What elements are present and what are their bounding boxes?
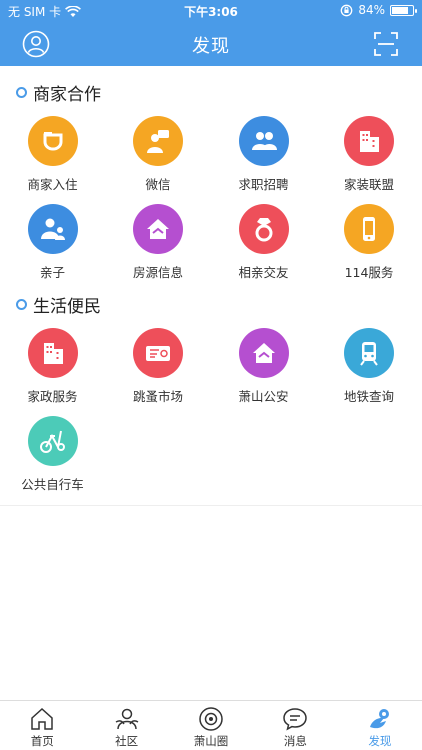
orientation-lock-icon [340, 4, 353, 16]
circle-eye-icon [169, 706, 253, 732]
grid-item-label: 求职招聘 [238, 177, 289, 192]
grid-item[interactable]: 相亲交友 [211, 204, 316, 281]
grid-item-label: 公共自行车 [21, 477, 84, 492]
grid-item[interactable]: 家装联盟 [317, 116, 422, 193]
bike-icon [27, 416, 78, 466]
tab-home[interactable]: 首页 [0, 701, 84, 750]
battery-icon [390, 4, 417, 16]
grid-item[interactable]: 亲子 [0, 204, 105, 281]
tab-message[interactable]: 消息 [253, 701, 337, 750]
section-header-business: 商家合作 [16, 80, 101, 105]
community-icon [84, 706, 168, 732]
page-title: 发现 [192, 36, 230, 57]
train-icon [344, 328, 394, 378]
grid-item-label: 114服务 [344, 265, 394, 280]
grid-item-label: 跳蚤市场 [132, 389, 183, 404]
house-icon [238, 328, 289, 378]
parent-child-icon [27, 204, 78, 254]
section-title: 商家合作 [33, 85, 101, 105]
grid-item-label: 房源信息 [132, 265, 183, 280]
tab-label: 发现 [368, 734, 392, 748]
tab-community[interactable]: 社区 [84, 701, 168, 750]
section-dot-icon [16, 87, 27, 98]
tab-bar: 首页 社区 萧山圈 消息 发现 [0, 700, 422, 750]
grid-item-label: 家装联盟 [343, 177, 394, 192]
home-icon [0, 706, 84, 732]
tab-label: 社区 [115, 734, 139, 748]
section-title: 生活便民 [33, 297, 101, 317]
scan-icon[interactable] [372, 30, 400, 58]
grid-item-label: 微信 [145, 177, 171, 192]
didi-icon [27, 116, 78, 166]
house-icon [133, 204, 183, 254]
grid-item[interactable]: 114服务 [317, 204, 422, 281]
phone-icon [344, 204, 394, 254]
grid-item-label: 商家入住 [27, 177, 78, 192]
grid-item[interactable]: 家政服务 [0, 328, 105, 405]
tab-label: 首页 [30, 734, 54, 748]
tab-circle-eye[interactable]: 萧山圈 [169, 701, 253, 750]
person-chat-icon [133, 116, 183, 166]
grid-item-label: 亲子 [39, 265, 65, 280]
ticket-icon [133, 328, 183, 378]
grid-item[interactable]: 求职招聘 [211, 116, 316, 193]
grid-item[interactable]: 公共自行车 [0, 416, 105, 493]
grid-item[interactable]: 萧山公安 [211, 328, 316, 405]
tab-label: 萧山圈 [193, 734, 229, 748]
grid-item-label: 萧山公安 [238, 389, 289, 404]
grid-item-label: 家政服务 [27, 389, 78, 404]
grid-item-label: 相亲交友 [238, 265, 289, 280]
people-icon [238, 116, 289, 166]
grid-item[interactable]: 房源信息 [106, 204, 211, 281]
grid-item-label: 地铁查询 [343, 389, 394, 404]
grid-item[interactable]: 商家入住 [0, 116, 105, 193]
section-dot-icon [16, 299, 27, 310]
section-header-life: 生活便民 [16, 292, 101, 317]
nav-bar: 发现 [0, 22, 422, 66]
building-icon [27, 328, 78, 378]
discover-icon [338, 706, 422, 732]
tab-label: 消息 [283, 734, 307, 748]
battery-percent: 84% [358, 3, 385, 17]
ring-icon [238, 204, 289, 254]
grid-item[interactable]: 微信 [106, 116, 211, 193]
tab-discover[interactable]: 发现 [338, 701, 422, 750]
building-icon [344, 116, 394, 166]
grid-item[interactable]: 跳蚤市场 [106, 328, 211, 405]
grid-item[interactable]: 地铁查询 [317, 328, 422, 405]
status-bar: 无 SIM 卡 下午3:06 84% [0, 0, 422, 22]
top-bar: 无 SIM 卡 下午3:06 84% 发现 [0, 0, 422, 66]
status-right: 84% [340, 3, 417, 17]
message-icon [253, 706, 337, 732]
content-divider [0, 505, 422, 506]
